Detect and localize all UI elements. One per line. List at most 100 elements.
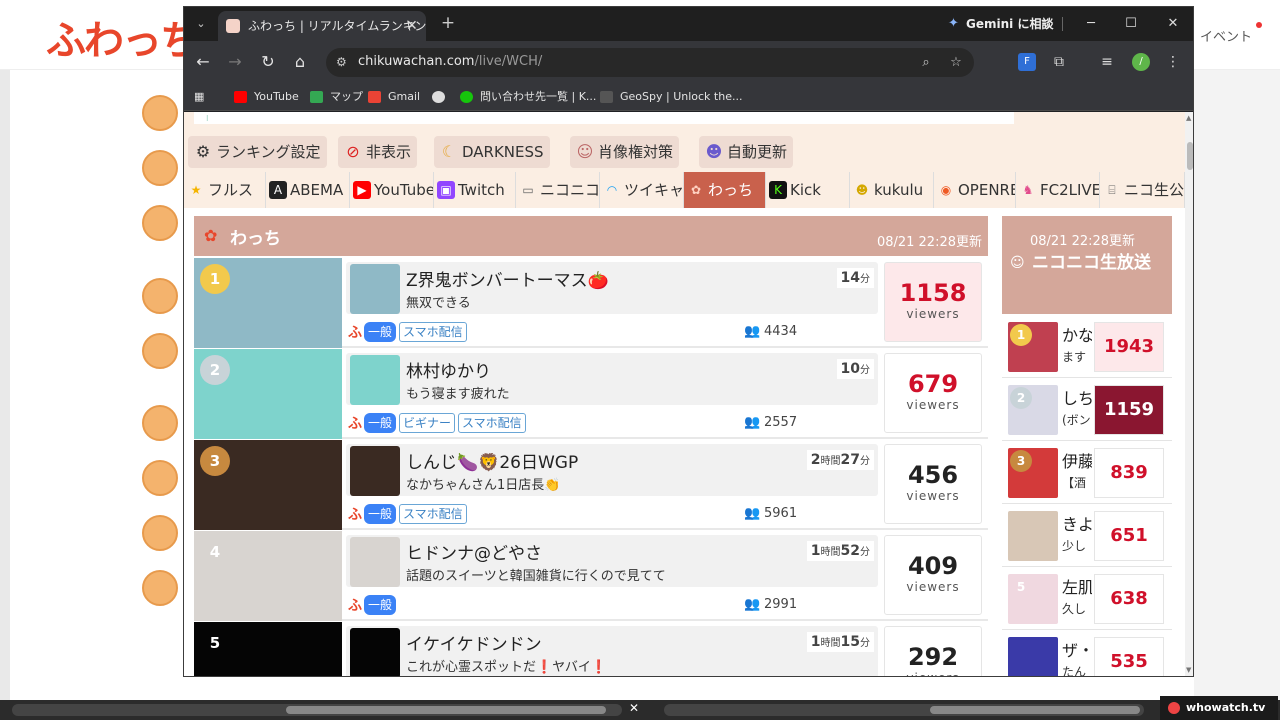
stream-info[interactable]: Z界鬼ボンバートーマス🍅 無双できる 14分 xyxy=(346,262,878,314)
scrollbar-thumb[interactable] xyxy=(930,706,1140,714)
url-text[interactable]: chikuwachan.com/live/WCH/ xyxy=(358,54,542,69)
viewer-count-box[interactable]: 456 viewers xyxy=(884,444,982,524)
tab-youtube[interactable]: ▶ YouTube xyxy=(350,172,434,208)
close-icon[interactable]: ✕ xyxy=(626,701,642,717)
stream-info[interactable]: ヒドンナ@どやさ 話題のスイーツと韓国雑貨に行くので見てて 1時間52分 xyxy=(346,535,878,587)
avatar[interactable] xyxy=(142,150,178,186)
viewer-count-box[interactable]: 1158 viewers xyxy=(884,262,982,342)
whowatch-badge[interactable]: whowatch.tv xyxy=(1160,696,1278,720)
maximize-icon[interactable]: ☐ xyxy=(1120,13,1142,35)
viewer-count[interactable]: 535 xyxy=(1094,637,1164,676)
back-arrow-icon[interactable]: ← xyxy=(192,51,214,73)
star-icon[interactable]: ☆ xyxy=(948,55,964,71)
stream-info[interactable]: しんじ🍆🦁26日WGP なかちゃんさん1日店長👏 2時間27分 xyxy=(346,444,878,496)
stream-thumbnail[interactable]: 4 xyxy=(194,531,342,621)
streamer-name[interactable]: しんじ🍆🦁26日WGP xyxy=(406,448,578,473)
genre-badge[interactable]: 一般 xyxy=(364,322,397,342)
media-control-icon[interactable]: ≡ xyxy=(1098,53,1116,71)
tab-nico-official[interactable]: ⌸ニコ生公式 xyxy=(1100,172,1185,208)
stream-thumbnail[interactable]: 2 xyxy=(194,349,342,439)
genre-badge[interactable]: 一般 xyxy=(364,504,397,524)
avatar[interactable] xyxy=(142,278,178,314)
site-logo[interactable]: ふわっち xyxy=(46,8,200,66)
stream-tag[interactable]: ビギナー xyxy=(399,413,456,433)
bookmark-geospy[interactable]: GeoSpy | Unlock the... xyxy=(600,88,742,106)
avatar[interactable] xyxy=(142,515,178,551)
tab-fc2live[interactable]: ♞ FC2LIVE xyxy=(1016,172,1100,208)
event-link[interactable]: イベント xyxy=(1200,26,1252,45)
tab-niconico[interactable]: ▭ニコニコ生 xyxy=(516,172,600,208)
list-item[interactable]: 5 左肌 久し 638 xyxy=(1002,568,1172,630)
streamer-name[interactable]: ヒドンナ@どやさ xyxy=(406,539,542,564)
search-strip[interactable]: ⁝ xyxy=(194,112,1014,124)
portrait-rights-button[interactable]: ☺ 肖像権対策 xyxy=(570,136,680,168)
avatar[interactable] xyxy=(142,333,178,369)
tab-abema[interactable]: A ABEMA xyxy=(266,172,350,208)
scroll-down-icon[interactable]: ▼ xyxy=(1186,666,1193,674)
table-row[interactable]: 3 しんじ🍆🦁26日WGP なかちゃんさん1日店長👏 2時間27分ふ一般 スマホ配信 👥 5… xyxy=(194,440,988,530)
list-item[interactable]: 3 伊藤 【酒 839 xyxy=(1002,442,1172,504)
list-item[interactable]: 2 しち (ボン 1159 xyxy=(1002,379,1172,441)
viewer-count-box[interactable]: 292viewers xyxy=(884,626,982,676)
vertical-scrollbar[interactable]: ▲ ▼ xyxy=(1185,112,1193,676)
stream-thumbnail[interactable]: 5 xyxy=(194,622,342,676)
table-row[interactable]: 2 林村ゆかり もう寝ます疲れた 10分ふ一般 ビギナー スマホ配信 👥 2557 679 vie… xyxy=(194,349,988,439)
viewer-count[interactable]: 839 xyxy=(1094,448,1164,498)
viewer-count[interactable]: 1943 xyxy=(1094,322,1164,372)
apps-grid-icon[interactable]: ▦ xyxy=(194,88,204,106)
table-row[interactable]: 1 Z界鬼ボンバートーマス🍅 無双できる 14分ふ一般 スマホ配信 👥 4434 1158 vi… xyxy=(194,258,988,348)
viewer-count[interactable]: 638 xyxy=(1094,574,1164,624)
stream-tag[interactable]: スマホ配信 xyxy=(458,413,526,433)
hide-button[interactable]: ⊘ 非表示 xyxy=(338,136,418,168)
extension-icon[interactable]: F xyxy=(1018,53,1036,71)
stream-thumbnail[interactable]: 5 xyxy=(1008,574,1058,624)
streamer-name[interactable]: きよ xyxy=(1062,511,1092,535)
forward-arrow-icon[interactable]: → xyxy=(224,51,246,73)
stream-thumbnail[interactable]: 3 xyxy=(194,440,342,530)
tab-twitcasting[interactable]: ◠ツイキャス xyxy=(600,172,684,208)
stream-thumbnail[interactable]: 1 xyxy=(1008,322,1058,372)
scroll-up-icon[interactable]: ▲ xyxy=(1186,114,1193,122)
address-bar[interactable]: ⚙ chikuwachan.com/live/WCH/ ⌕ ☆ xyxy=(326,48,974,77)
tab-kick[interactable]: K Kick xyxy=(766,172,850,208)
stream-thumbnail[interactable]: 3 xyxy=(1008,448,1058,498)
bookmark-globe[interactable] xyxy=(432,88,452,106)
tab-openrec[interactable]: ◉OPENREC xyxy=(934,172,1016,208)
avatar[interactable] xyxy=(142,405,178,441)
profile-avatar-icon[interactable]: / xyxy=(1132,53,1150,71)
bookmark-map[interactable]: マップ xyxy=(310,88,363,106)
viewer-count-box[interactable]: 679 viewers xyxy=(884,353,982,433)
close-icon[interactable]: ✕ xyxy=(1162,13,1184,35)
tab-twitch[interactable]: ▣ Twitch xyxy=(434,172,516,208)
stream-tag[interactable]: スマホ配信 xyxy=(399,504,467,524)
avatar[interactable] xyxy=(142,95,178,131)
streamer-name[interactable]: かな xyxy=(1062,322,1092,346)
tab-kukulu[interactable]: ☻ kukulu xyxy=(850,172,934,208)
scrollbar-thumb[interactable] xyxy=(1187,142,1193,170)
bookmark-contacts[interactable]: 問い合わせ先一覧 | K... xyxy=(460,88,596,106)
genre-badge[interactable]: 一般 xyxy=(364,413,397,433)
viewer-count-box[interactable]: 409 viewers xyxy=(884,535,982,615)
streamer-name[interactable]: 左肌 xyxy=(1062,574,1092,598)
stream-info[interactable]: イケイケドンドン これが心霊スポットだ❗ヤバイ❗ 1時間15分 xyxy=(346,626,878,676)
darkness-button[interactable]: ☾ DARKNESS xyxy=(434,136,550,168)
streamer-name[interactable]: ザ・ xyxy=(1062,637,1092,661)
streamer-name[interactable]: イケイケドンドン xyxy=(406,630,542,655)
stream-thumbnail[interactable]: 1 xyxy=(194,258,342,348)
tab-fuwacchi[interactable]: ✿ わっち xyxy=(684,172,766,208)
puzzle-icon[interactable]: ⧉ xyxy=(1050,53,1068,71)
list-item[interactable]: ザ・ たん 535 xyxy=(1002,631,1172,676)
plus-icon[interactable]: + xyxy=(438,13,458,33)
viewer-count[interactable]: 1159 xyxy=(1094,385,1164,435)
zoom-icon[interactable]: ⌕ xyxy=(918,55,934,71)
close-icon[interactable]: ✕ xyxy=(406,11,422,41)
stream-tag[interactable]: スマホ配信 xyxy=(399,322,467,342)
streamer-name[interactable]: しち xyxy=(1062,385,1092,409)
avatar[interactable] xyxy=(142,205,178,241)
minimize-icon[interactable]: ─ xyxy=(1080,13,1102,35)
table-row[interactable]: 4 ヒドンナ@どやさ 話題のスイーツと韓国雑貨に行くので見てて 1時間52分ふ一般 👥 2… xyxy=(194,531,988,621)
menu-icon[interactable]: ⋮ xyxy=(1164,53,1182,71)
stream-thumbnail[interactable] xyxy=(1008,511,1058,561)
home-icon[interactable]: ⌂ xyxy=(289,51,311,73)
auto-refresh-button[interactable]: ☻ 自動更新 xyxy=(699,136,794,168)
